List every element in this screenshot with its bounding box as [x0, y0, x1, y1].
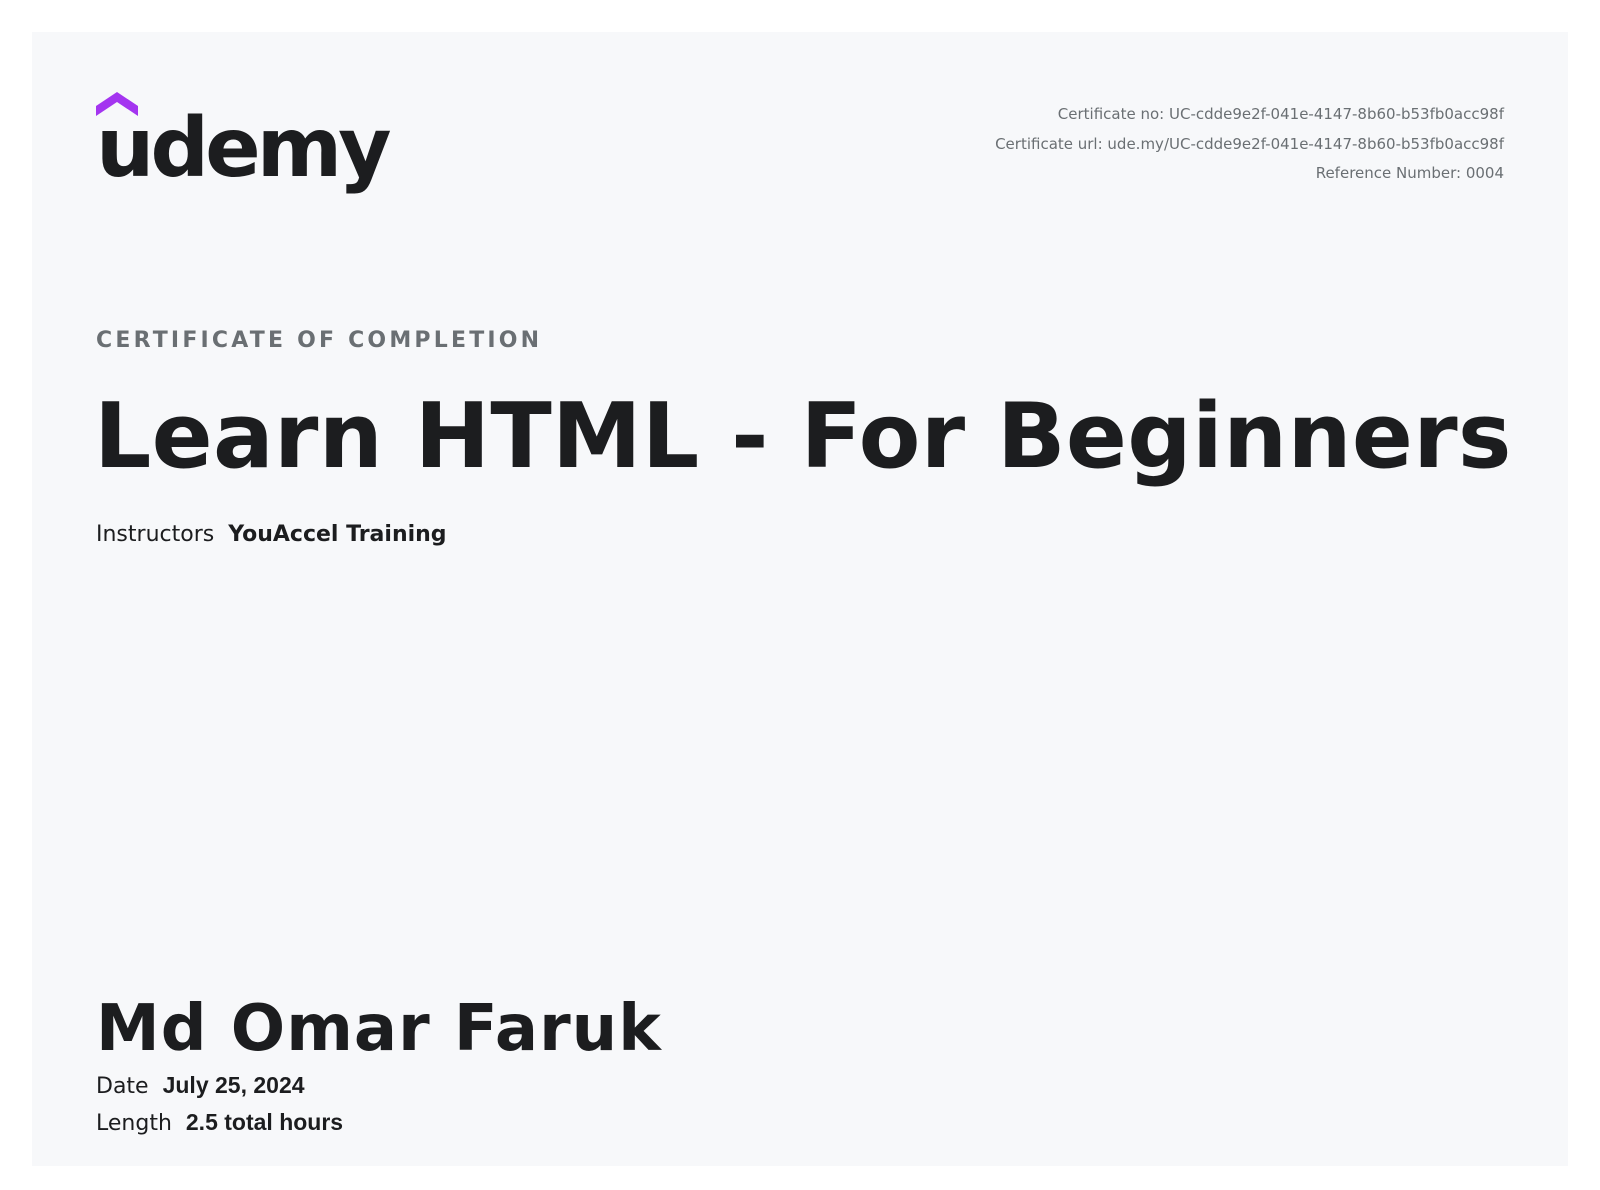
date-value: July 25, 2024	[162, 1072, 305, 1098]
length-value: 2.5 total hours	[185, 1109, 344, 1135]
instructors-label: Instructors	[96, 522, 215, 547]
course-title: Learn HTML - For Beginners	[94, 384, 1512, 489]
reference-number: Reference Number: 0004	[1315, 164, 1504, 182]
certificate-meta: Certificate no: UC-cdde9e2f-041e-4147-8b…	[995, 100, 1504, 189]
certificate-card: udemy Certificate no: UC-cdde9e2f-041e-4…	[32, 32, 1568, 1166]
date-label: Date	[96, 1074, 149, 1099]
length-row: Length 2.5 total hours	[96, 1109, 343, 1136]
certificate-number: Certificate no: UC-cdde9e2f-041e-4147-8b…	[1057, 105, 1504, 123]
recipient-name: Md Omar Faruk	[96, 992, 662, 1066]
length-label: Length	[96, 1111, 172, 1136]
udemy-chevron-icon	[96, 92, 138, 116]
instructors-value: YouAccel Training	[228, 522, 447, 547]
udemy-wordmark: udemy	[96, 101, 392, 196]
certificate-url: Certificate url: ude.my/UC-cdde9e2f-041e…	[995, 134, 1504, 153]
udemy-logo: udemy	[96, 92, 392, 196]
instructors-row: Instructors YouAccel Training	[96, 522, 447, 547]
certificate-heading: CERTIFICATE OF COMPLETION	[96, 328, 543, 353]
date-row: Date July 25, 2024	[96, 1072, 305, 1099]
